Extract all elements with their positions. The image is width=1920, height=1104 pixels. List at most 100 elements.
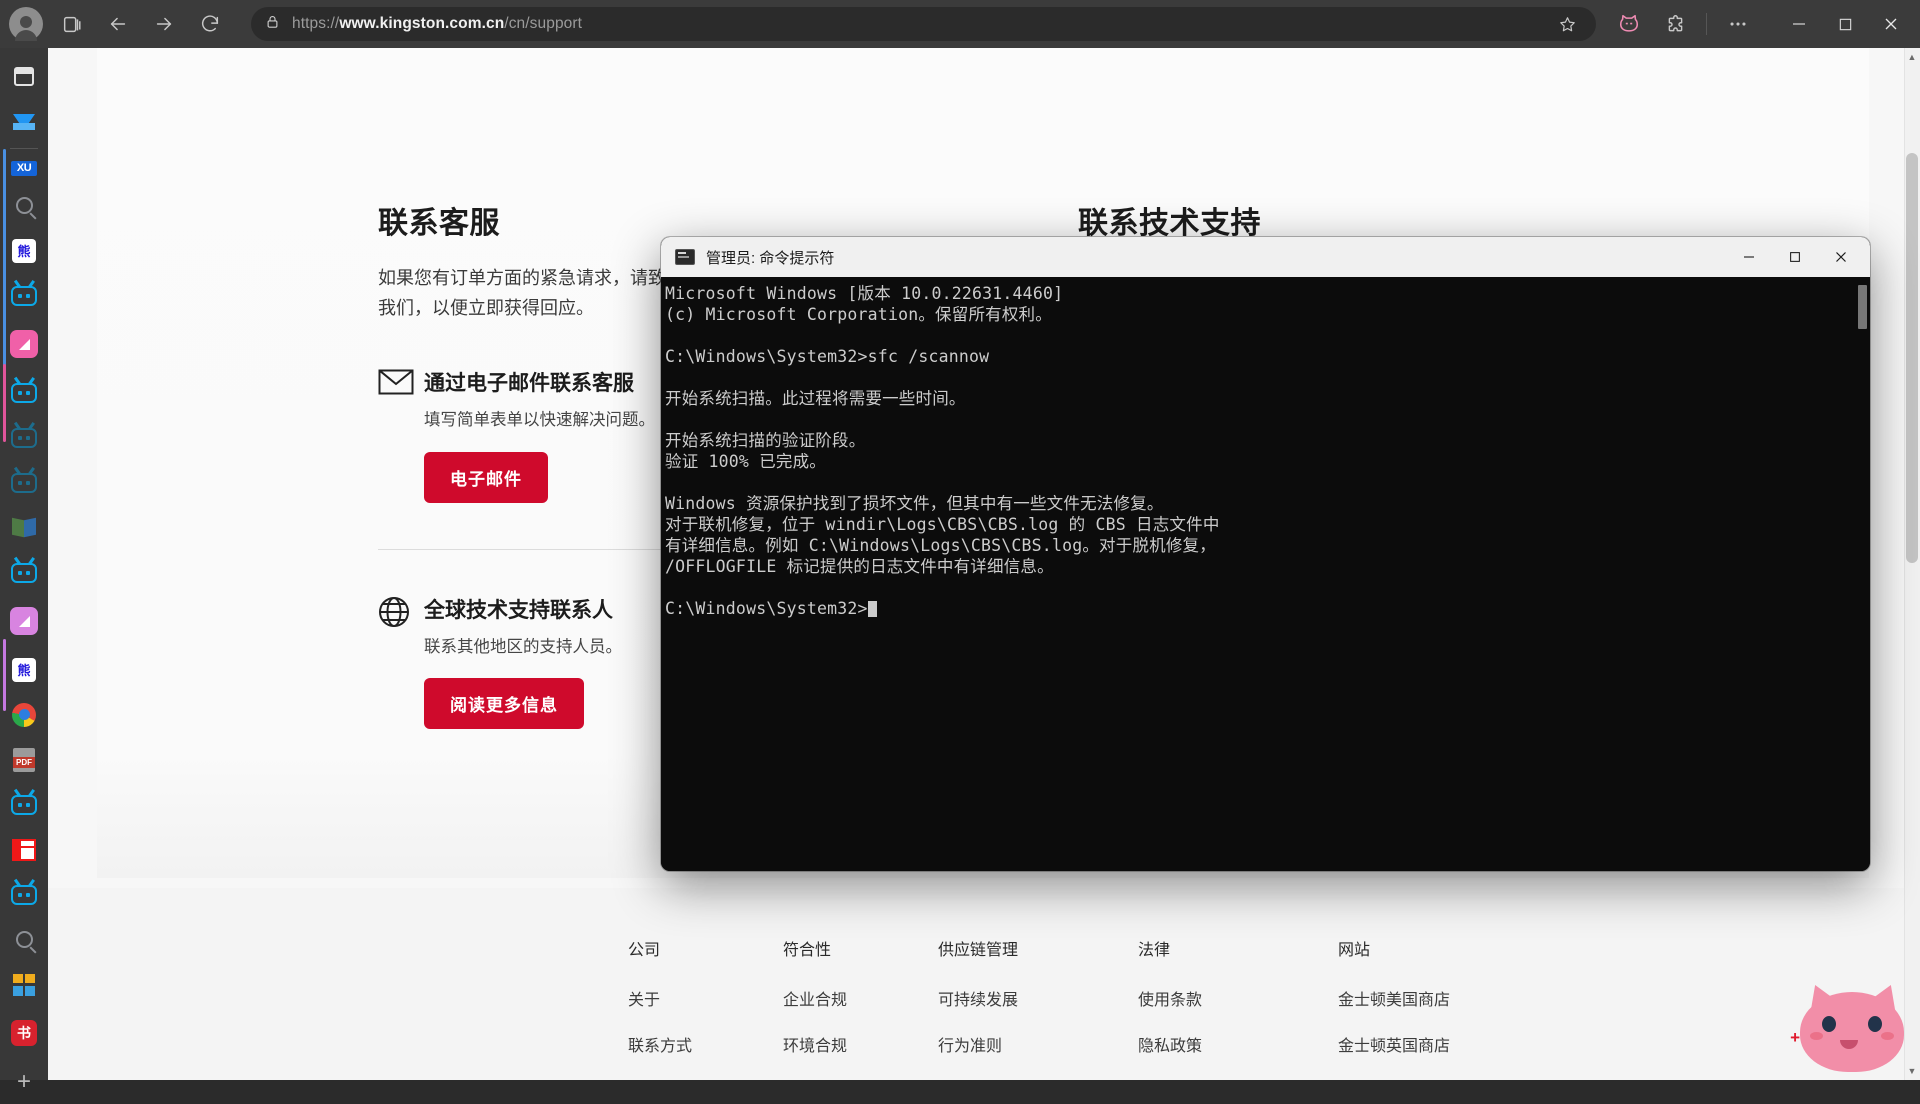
read-more-button[interactable]: 阅读更多信息 — [424, 678, 584, 730]
footer-heading: 网站 — [1338, 942, 1371, 959]
settings-more-icon[interactable] — [1718, 4, 1758, 44]
avatar-head — [20, 16, 32, 28]
bilibili-icon-7 — [11, 884, 37, 905]
sidebar-item-search[interactable] — [0, 183, 48, 228]
left-sidebar-dock: XU 熊 熊 书 + — [0, 48, 48, 1093]
sidebar-item-bilibili-5[interactable] — [0, 550, 48, 595]
cat-extension-icon[interactable] — [1609, 4, 1649, 44]
add-icon: + — [16, 1067, 31, 1095]
book-icon — [12, 519, 36, 536]
footer-link[interactable]: 使用条款 — [1138, 986, 1338, 1010]
cmd-maximize-button[interactable] — [1772, 237, 1818, 277]
sidebar-item-bilibili-7[interactable] — [0, 872, 48, 917]
cmd-close-button[interactable] — [1818, 237, 1864, 277]
window-close-button[interactable] — [1871, 4, 1911, 44]
sidebar-item-baidu-2[interactable]: 熊 — [0, 639, 48, 711]
baidu-icon: 熊 — [12, 238, 36, 263]
grid-icon — [12, 838, 36, 861]
mascot-cheek-right — [1881, 1032, 1894, 1040]
refresh-button[interactable] — [190, 4, 230, 44]
red-app-icon: 书 — [11, 1020, 37, 1046]
console-icon — [675, 249, 695, 265]
sidebar-item-bilibili-6[interactable] — [0, 782, 48, 827]
cmd-title-bar[interactable]: 管理员: 命令提示符 — [661, 237, 1870, 277]
sidebar-item-book[interactable] — [0, 505, 48, 550]
pink-app-icon — [10, 330, 38, 358]
xu-icon: XU — [11, 160, 37, 176]
sidebar-divider — [10, 148, 38, 149]
cmd-cursor — [867, 601, 877, 617]
scroll-down-arrow[interactable]: ▼ — [1907, 1066, 1917, 1076]
puzzle-extensions-icon[interactable] — [1655, 4, 1695, 44]
baidu-icon-2: 熊 — [12, 657, 36, 682]
favorite-star-icon[interactable] — [1552, 9, 1582, 39]
cmd-output-area[interactable]: Microsoft Windows [版本 10.0.22631.4460] (… — [661, 277, 1870, 871]
page-scrollbar[interactable]: ▲ ▼ — [1904, 48, 1920, 1080]
page-scroll-thumb[interactable] — [1906, 153, 1918, 563]
footer-link[interactable]: 联系方式 — [628, 1032, 783, 1056]
cmd-minimize-button[interactable] — [1726, 237, 1772, 277]
browser-toolbar: https://www.kingston.com.cn/cn/support — [0, 0, 1920, 48]
diamond-icon — [13, 113, 35, 130]
sidebar-item-violet-app[interactable] — [0, 595, 48, 647]
search-icon-2 — [15, 931, 33, 948]
page-footer: 公司 关于 联系方式 新闻 符合性 企业合规 环境合规 管理系统 供应链管理 可… — [48, 888, 1920, 1080]
footer-column-legal: 法律 使用条款 隐私政策 Cookie 政策 保固声明 — [1138, 936, 1338, 1080]
sidebar-item-grid[interactable] — [0, 827, 48, 872]
sidebar-item-search-2[interactable] — [0, 917, 48, 962]
window-minimize-button[interactable] — [1779, 4, 1819, 44]
sidebar-item-bilibili-3[interactable] — [0, 415, 48, 460]
sidebar-item-tab[interactable] — [0, 54, 48, 99]
sidebar-item-bilibili-2[interactable] — [0, 364, 48, 442]
footer-heading: 法律 — [1138, 942, 1171, 959]
back-button[interactable] — [98, 4, 138, 44]
email-button[interactable]: 电子邮件 — [424, 451, 548, 503]
command-prompt-window[interactable]: 管理员: 命令提示符 Microsoft Windows [版本 10.0.22… — [661, 237, 1870, 871]
sidebar-item-windows[interactable] — [0, 962, 48, 1007]
footer-heading: 符合性 — [783, 942, 832, 959]
sidebar-item-add[interactable]: + — [0, 1059, 48, 1104]
scroll-up-arrow[interactable]: ▲ — [1907, 52, 1917, 62]
sidebar-item-chrome[interactable] — [0, 692, 48, 737]
sidebar-item-bilibili-1[interactable] — [0, 273, 48, 318]
mascot-decoration — [1788, 978, 1908, 1072]
footer-heading: 供应链管理 — [938, 942, 1019, 959]
toolbar-right-group — [1606, 4, 1920, 44]
footer-column-website: 网站 金士顿美国商店 金士顿英国商店 反馈 — [1338, 936, 1538, 1080]
sidebar-item-xu[interactable]: XU — [0, 149, 48, 419]
windows-icon — [13, 973, 35, 996]
sidebar-item-pink-app[interactable] — [0, 318, 48, 370]
footer-link[interactable]: 企业合规 — [783, 986, 938, 1010]
sidebar-item-pdf[interactable] — [0, 737, 48, 782]
cmd-window-title: 管理员: 命令提示符 — [706, 249, 835, 267]
envelope-icon — [378, 369, 424, 400]
footer-column-company: 公司 关于 联系方式 新闻 — [628, 936, 783, 1080]
footer-link[interactable]: 隐私政策 — [1138, 1032, 1338, 1056]
collections-icon[interactable] — [52, 4, 92, 44]
sidebar-item-diamond[interactable] — [0, 99, 48, 144]
cmd-scrollbar[interactable] — [1857, 283, 1867, 865]
footer-link[interactable]: 金士顿英国商店 — [1338, 1032, 1538, 1056]
footer-link[interactable]: 关于 — [628, 986, 783, 1010]
footer-link[interactable]: 环境合规 — [783, 1032, 938, 1056]
page-title-customer-service: 联系客服 — [378, 207, 500, 240]
sidebar-item-red-app[interactable]: 书 — [0, 1007, 48, 1059]
forward-button[interactable] — [144, 4, 184, 44]
mascot-cheek-left — [1810, 1032, 1823, 1040]
address-bar[interactable]: https://www.kingston.com.cn/cn/support — [251, 7, 1596, 41]
profile-avatar[interactable] — [9, 7, 43, 41]
pdf-icon — [13, 747, 35, 772]
sidebar-item-bilibili-4[interactable] — [0, 460, 48, 505]
footer-link[interactable]: 行为准则 — [938, 1032, 1138, 1056]
footer-heading: 公司 — [628, 942, 661, 959]
footer-link[interactable]: 金士顿美国商店 — [1338, 986, 1538, 1010]
footer-columns: 公司 关于 联系方式 新闻 符合性 企业合规 环境合规 管理系统 供应链管理 可… — [628, 936, 1538, 1080]
bilibili-icon-3 — [11, 427, 37, 448]
bilibili-icon-2 — [11, 382, 37, 403]
footer-link[interactable]: 可持续发展 — [938, 986, 1138, 1010]
cmd-scroll-thumb[interactable] — [1858, 285, 1867, 329]
sidebar-item-baidu[interactable]: 熊 — [0, 228, 48, 273]
tab-icon — [14, 67, 34, 86]
window-maximize-button[interactable] — [1825, 4, 1865, 44]
bilibili-icon-6 — [11, 794, 37, 815]
